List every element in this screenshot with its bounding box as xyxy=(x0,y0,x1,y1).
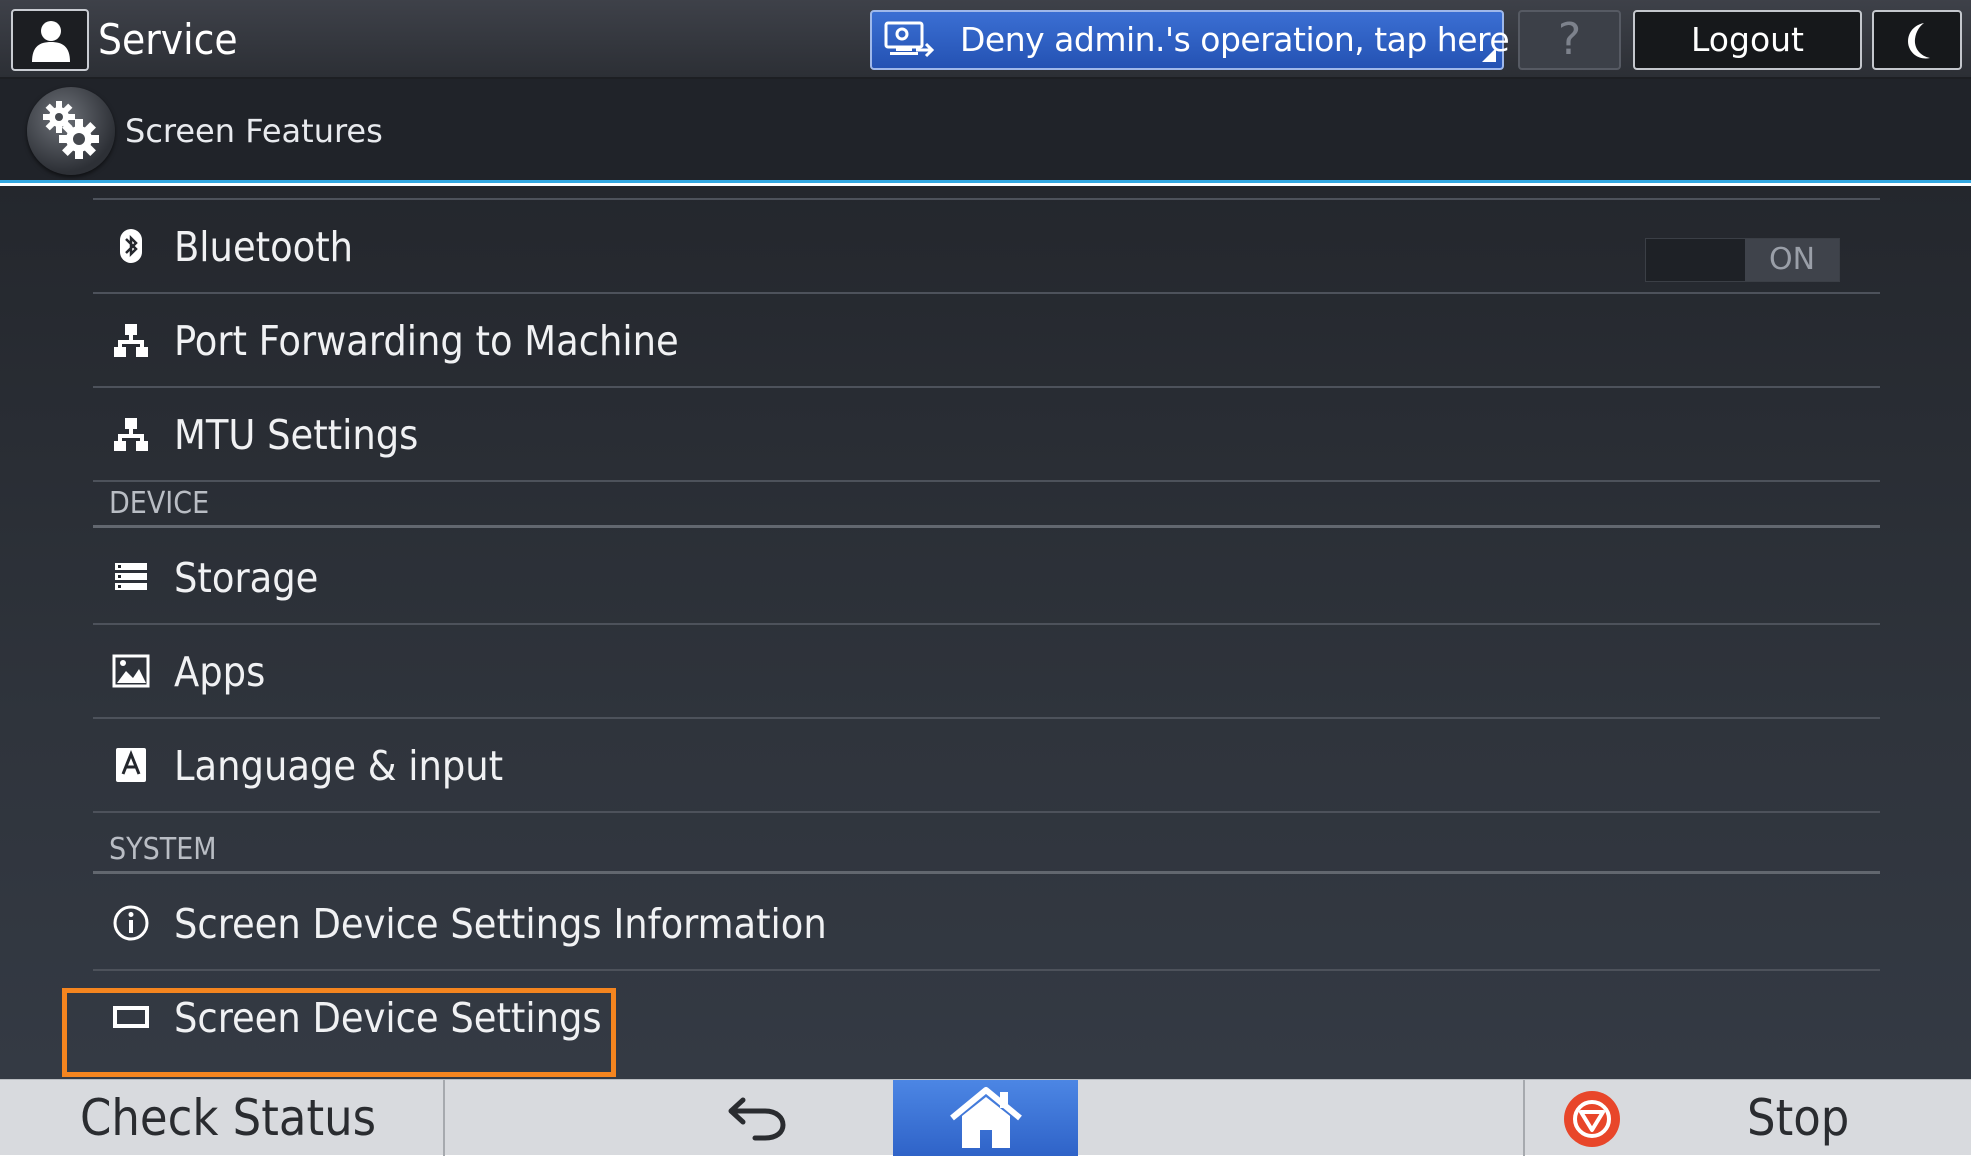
home-button[interactable] xyxy=(893,1080,1078,1156)
energy-saver-button[interactable] xyxy=(1872,10,1962,70)
list-item-label: Storage xyxy=(174,554,319,602)
user-button[interactable] xyxy=(11,9,89,71)
user-icon xyxy=(32,21,70,62)
list-item-screen-device-settings-information[interactable]: Screen Device Settings Information xyxy=(93,877,1880,971)
toggle-state: ON xyxy=(1745,239,1839,281)
section-label: DEVICE xyxy=(109,486,210,521)
check-status-button[interactable]: Check Status xyxy=(0,1080,445,1156)
list-item-label: Apps xyxy=(174,648,266,696)
list-item-language-input[interactable]: Language & input xyxy=(93,719,1880,813)
deny-admin-operation-label: Deny admin.'s operation, tap here xyxy=(960,20,1510,59)
list-item-mtu-settings[interactable]: MTU Settings xyxy=(93,388,1880,482)
bottom-bar-spacer xyxy=(1078,1080,1525,1156)
back-button[interactable] xyxy=(447,1080,893,1156)
section-label: SYSTEM xyxy=(109,832,217,867)
list-item-label: Bluetooth xyxy=(174,223,354,271)
list-item-label: Language & input xyxy=(174,742,504,790)
dropdown-corner-icon xyxy=(1482,48,1496,62)
language-icon xyxy=(116,748,146,782)
settings-badge xyxy=(27,87,115,175)
highlight-box xyxy=(62,988,616,1077)
logout-button[interactable]: Logout xyxy=(1633,10,1862,70)
back-arrow-icon xyxy=(728,1097,786,1141)
home-icon xyxy=(950,1087,1022,1148)
list-item-bluetooth[interactable]: Bluetooth ON xyxy=(93,200,1880,294)
gears-icon xyxy=(43,101,99,159)
remote-operation-icon xyxy=(884,21,935,58)
settings-list: Bluetooth ON Port Forwarding to Machine xyxy=(0,186,1971,1079)
list-item-label: MTU Settings xyxy=(174,411,419,459)
list-item-label: Port Forwarding to Machine xyxy=(174,317,679,365)
network-icon xyxy=(114,418,148,451)
list-item-port-forwarding[interactable]: Port Forwarding to Machine xyxy=(93,294,1880,388)
page-header: Screen Features xyxy=(0,79,1971,183)
bottom-bar: Check Status Stop xyxy=(0,1079,1971,1156)
network-icon xyxy=(114,324,148,357)
bluetooth-toggle[interactable]: ON xyxy=(1645,238,1840,282)
list-item-storage[interactable]: Storage xyxy=(93,531,1880,625)
moon-icon xyxy=(1908,23,1930,59)
stop-icon xyxy=(1564,1091,1620,1147)
device-screen: Service Deny admin.'s operation, tap her… xyxy=(0,0,1971,1156)
help-button[interactable]: ? xyxy=(1518,10,1621,70)
list-item-label: Screen Device Settings Information xyxy=(174,900,827,948)
check-status-label: Check Status xyxy=(80,1089,377,1147)
info-icon xyxy=(113,905,149,941)
apps-icon xyxy=(112,654,150,688)
list-item-apps[interactable]: Apps xyxy=(93,625,1880,719)
stop-label: Stop xyxy=(1747,1089,1850,1147)
top-bar: Service Deny admin.'s operation, tap her… xyxy=(0,0,1971,79)
section-header-device: DEVICE xyxy=(93,482,1880,528)
page-title: Screen Features xyxy=(125,112,383,150)
storage-icon xyxy=(115,563,147,590)
section-header-system: SYSTEM xyxy=(93,828,1880,874)
bluetooth-icon xyxy=(120,229,142,263)
deny-admin-operation-button[interactable]: Deny admin.'s operation, tap here xyxy=(870,10,1510,70)
stop-button[interactable]: Stop xyxy=(1527,1080,1971,1156)
user-mode-title: Service xyxy=(98,15,238,64)
